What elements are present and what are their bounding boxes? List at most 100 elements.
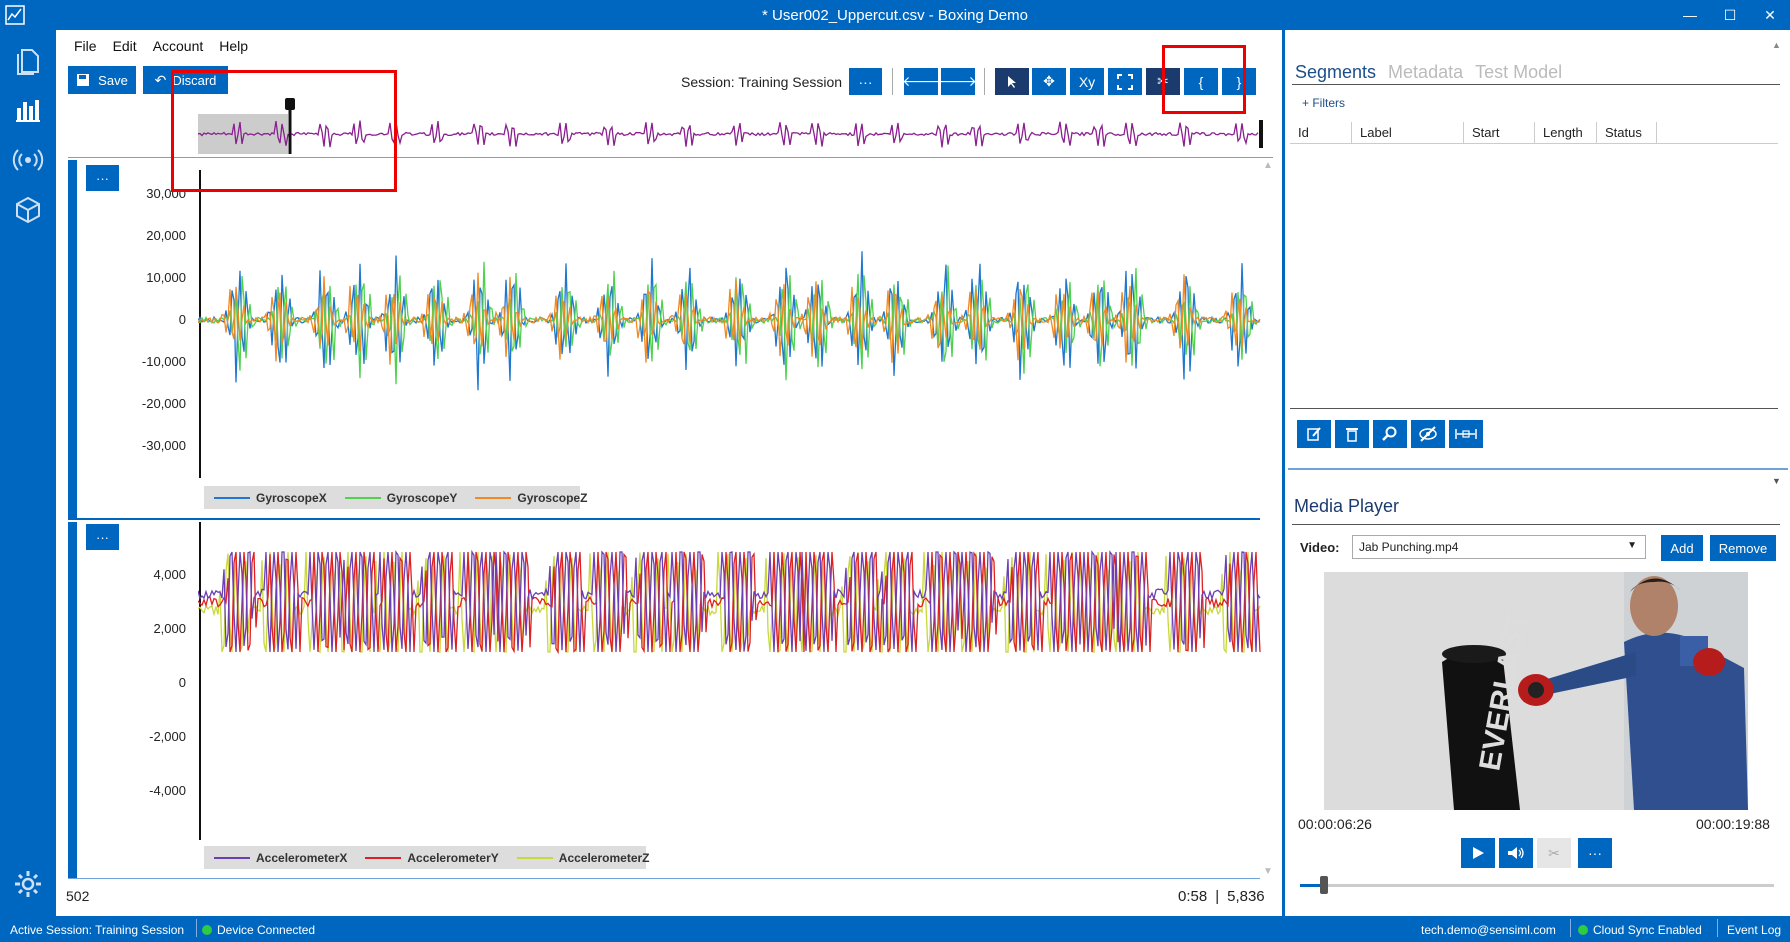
y-tick-label: -10,000 — [141, 354, 186, 369]
documents-icon[interactable] — [12, 44, 44, 76]
menu-file[interactable]: File — [66, 36, 105, 56]
delete-segment-button[interactable] — [1335, 420, 1369, 448]
pan-tool-button[interactable]: ✥ — [1032, 68, 1066, 95]
discard-button[interactable]: ↶ Discard — [143, 66, 228, 94]
scroll-down-icon[interactable]: ▼ — [1263, 866, 1273, 877]
next-arrow-button[interactable]: 🡒 — [939, 68, 977, 95]
legend-gyroscope-z: GyroscopeZ — [475, 491, 587, 505]
hide-segment-button[interactable] — [1411, 420, 1445, 448]
y-tick-label: 4,000 — [153, 567, 186, 582]
broadcast-icon[interactable] — [12, 144, 44, 176]
move-arrows-icon: ✥ — [1043, 73, 1055, 89]
gyro-plot-stripe — [68, 160, 77, 518]
remove-video-button[interactable]: Remove — [1710, 535, 1776, 561]
collapse-arrow-icon[interactable]: ▲ — [1772, 40, 1781, 50]
tab-metadata[interactable]: Metadata — [1388, 62, 1463, 83]
accel-chart[interactable] — [198, 520, 1264, 840]
save-label: Save — [98, 72, 128, 88]
volume-button[interactable] — [1499, 838, 1533, 868]
legend-label: GyroscopeY — [386, 490, 458, 505]
previous-arrow-button[interactable]: 🡐 — [902, 68, 940, 95]
panel-splitter[interactable] — [1282, 30, 1285, 916]
legend-label: GyroscopeZ — [517, 490, 588, 505]
media-more-button[interactable]: ··· — [1578, 838, 1612, 868]
minimize-button[interactable]: — — [1670, 0, 1710, 30]
play-button[interactable] — [1461, 838, 1495, 868]
select-tool-button[interactable] — [995, 68, 1029, 95]
gyro-plot-more-button[interactable]: ··· — [86, 165, 119, 191]
end-bracket-button[interactable]: } — [1222, 68, 1256, 95]
legend-swatch — [475, 496, 512, 499]
seek-track[interactable] — [1300, 884, 1774, 887]
maximize-button[interactable]: ☐ — [1710, 0, 1750, 30]
overview-divider — [68, 157, 1273, 158]
status-bar: Active Session: Training Session Device … — [0, 916, 1790, 942]
add-video-button[interactable]: Add — [1661, 535, 1703, 561]
collapse-arrow-icon[interactable]: ▼ — [1772, 476, 1781, 486]
cut-segment-button[interactable]: ✂ — [1146, 68, 1180, 95]
scroll-up-icon[interactable]: ▲ — [1263, 160, 1273, 171]
pointer-icon — [1008, 75, 1016, 88]
zoom-segment-button[interactable] — [1373, 420, 1407, 448]
session-more-button[interactable]: ··· — [849, 68, 882, 95]
tab-segments[interactable]: Segments — [1295, 62, 1376, 83]
legend-accelerometer-x: AccelerometerX — [214, 851, 347, 865]
y-tick-label: -30,000 — [141, 438, 186, 453]
close-button[interactable]: ✕ — [1750, 0, 1790, 30]
add-label: Add — [1670, 540, 1694, 556]
gyro-legend: GyroscopeX GyroscopeY GyroscopeZ — [204, 486, 587, 509]
video-frame[interactable]: EVERLAST — [1324, 572, 1748, 810]
more-label: ··· — [96, 170, 109, 186]
span-icon — [1455, 429, 1477, 439]
edit-icon — [1307, 427, 1321, 441]
accel-plot-more-button[interactable]: ··· — [86, 524, 119, 550]
cube-icon[interactable] — [12, 194, 44, 226]
legend-label: GyroscopeX — [256, 490, 327, 505]
cut-clip-button[interactable]: ✂ — [1537, 838, 1571, 868]
save-button[interactable]: Save — [68, 66, 136, 94]
user-email: tech.demo@sensiml.com — [1421, 923, 1556, 937]
event-log-link[interactable]: Event Log — [1727, 923, 1781, 937]
column-start[interactable]: Start — [1464, 122, 1535, 143]
end-bracket-label: } — [1236, 73, 1242, 90]
y-tick-label: 30,000 — [146, 186, 186, 201]
tab-test-model[interactable]: Test Model — [1475, 62, 1562, 83]
menu-edit[interactable]: Edit — [105, 36, 145, 56]
menu-account[interactable]: Account — [145, 36, 212, 56]
edit-segment-button[interactable] — [1297, 420, 1331, 448]
start-bracket-button[interactable]: { — [1184, 68, 1218, 95]
column-status[interactable]: Status — [1597, 122, 1657, 143]
legend-swatch — [344, 496, 381, 499]
device-status-label: Device Connected — [217, 923, 316, 937]
column-id[interactable]: Id — [1290, 122, 1352, 143]
axis-xy-button[interactable]: Xy — [1070, 68, 1104, 95]
speaker-icon — [1508, 847, 1524, 859]
y-tick-label: 20,000 — [146, 228, 186, 243]
gyro-chart[interactable] — [198, 160, 1264, 478]
more-label: ··· — [1588, 845, 1602, 861]
overview-strip[interactable] — [198, 96, 1264, 156]
fit-screen-button[interactable] — [1108, 68, 1142, 95]
magnifier-icon — [1382, 426, 1397, 441]
settings-gear-icon[interactable] — [12, 868, 44, 900]
more-label: ··· — [96, 529, 109, 545]
tab-underline — [1292, 84, 1780, 85]
menu-help[interactable]: Help — [211, 36, 256, 56]
column-label[interactable]: Label — [1352, 122, 1464, 143]
filters-link[interactable]: + Filters — [1302, 96, 1345, 110]
media-player-title: Media Player — [1294, 496, 1400, 516]
y-tick-label: 0 — [178, 675, 186, 690]
column-length[interactable]: Length — [1535, 122, 1597, 143]
status-dot-icon — [202, 925, 212, 935]
video-label: Video: — [1300, 540, 1340, 555]
trash-icon — [1346, 428, 1358, 442]
left-nav — [0, 30, 56, 916]
xy-label: Xy — [1078, 73, 1096, 90]
segment-span-button[interactable] — [1449, 420, 1483, 448]
arrow-left-icon: 🡐 — [902, 73, 940, 89]
bar-chart-icon[interactable] — [12, 94, 44, 126]
seek-thumb[interactable] — [1319, 876, 1328, 894]
video-select[interactable]: Jab Punching.mp4 ▼ — [1352, 535, 1646, 559]
cloud-sync-label: Cloud Sync Enabled — [1593, 923, 1702, 937]
toolbar-separator — [984, 68, 985, 95]
